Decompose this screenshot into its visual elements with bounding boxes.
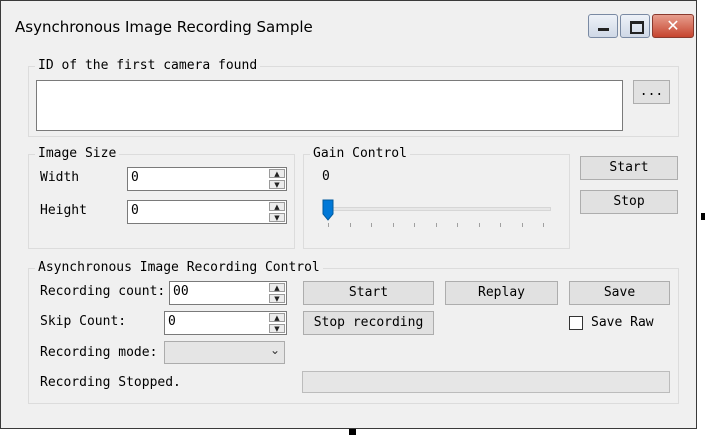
save-raw-checkbox[interactable]	[569, 316, 583, 330]
save-raw-label[interactable]: Save Raw	[591, 315, 654, 331]
width-value: 0	[131, 170, 139, 185]
start-button[interactable]: Start	[580, 156, 678, 180]
stop-button[interactable]: Stop	[580, 190, 678, 214]
recording-count-value: 00	[173, 284, 189, 299]
maximize-icon	[621, 15, 649, 37]
minimize-icon	[589, 15, 617, 37]
camera-id-field[interactable]	[36, 80, 623, 131]
width-decrement-icon[interactable]: ▼	[269, 180, 285, 189]
resize-handle-bottom[interactable]	[349, 429, 356, 435]
maximize-button[interactable]	[620, 14, 650, 38]
window-title: Asynchronous Image Recording Sample	[15, 18, 313, 36]
skip-count-value: 0	[168, 314, 176, 329]
recording-count-increment-icon[interactable]: ▲	[269, 283, 285, 292]
stop-recording-button[interactable]: Stop recording	[303, 311, 434, 335]
browse-camera-button[interactable]: ...	[633, 80, 670, 104]
minimize-button[interactable]	[588, 14, 618, 38]
gain-slider-tick	[457, 223, 458, 227]
height-value: 0	[131, 203, 139, 218]
gain-slider-tick	[522, 223, 523, 227]
chevron-down-icon: ⌄	[269, 343, 280, 357]
gain-value: 0	[322, 169, 330, 184]
width-label: Width	[40, 170, 80, 185]
width-spinbox[interactable]: 0 ▲ ▼	[127, 167, 287, 191]
gain-slider-tick	[500, 223, 501, 227]
skip-count-label: Skip Count:	[40, 314, 127, 329]
skip-count-decrement-icon[interactable]: ▼	[269, 324, 285, 333]
recording-mode-dropdown[interactable]: ⌄	[164, 341, 285, 364]
title-bar[interactable]: Asynchronous Image Recording Sample ✕	[1, 1, 696, 39]
window-controls: ✕	[586, 14, 694, 40]
close-button[interactable]: ✕	[652, 14, 694, 38]
recording-mode-label: Recording mode:	[40, 345, 158, 360]
gain-slider-tick	[543, 223, 544, 227]
recording-status-text: Recording Stopped.	[40, 375, 181, 390]
recording-count-spinbox[interactable]: 00 ▲ ▼	[169, 281, 287, 305]
gain-slider-tick	[393, 223, 394, 227]
recording-progress-bar	[302, 371, 670, 393]
skip-count-spinbox[interactable]: 0 ▲ ▼	[164, 311, 287, 335]
save-button[interactable]: Save	[569, 281, 670, 305]
resize-handle-right[interactable]	[701, 213, 705, 220]
gain-slider-tick	[414, 223, 415, 227]
recording-start-button[interactable]: Start	[303, 281, 434, 305]
gain-slider-tick	[436, 223, 437, 227]
close-icon: ✕	[666, 16, 680, 35]
gain-slider-thumb[interactable]	[322, 199, 334, 221]
gain-slider-tick	[328, 223, 329, 227]
image-size-legend: Image Size	[35, 146, 120, 162]
gain-control-group: Gain Control	[303, 146, 570, 249]
recording-count-decrement-icon[interactable]: ▼	[269, 294, 285, 303]
width-increment-icon[interactable]: ▲	[269, 169, 285, 178]
recording-control-legend: Asynchronous Image Recording Control	[35, 260, 323, 276]
recording-count-label: Recording count:	[40, 284, 166, 299]
gain-slider-tick	[350, 223, 351, 227]
height-label: Height	[40, 203, 87, 218]
gain-slider-track[interactable]	[324, 207, 551, 211]
height-decrement-icon[interactable]: ▼	[269, 213, 285, 222]
camera-id-legend: ID of the first camera found	[35, 58, 261, 74]
gain-slider-tick	[479, 223, 480, 227]
height-increment-icon[interactable]: ▲	[269, 202, 285, 211]
height-spinbox[interactable]: 0 ▲ ▼	[127, 200, 287, 224]
gain-control-legend: Gain Control	[310, 146, 410, 162]
skip-count-increment-icon[interactable]: ▲	[269, 313, 285, 322]
app-window: Asynchronous Image Recording Sample ✕ ID…	[0, 0, 697, 429]
replay-button[interactable]: Replay	[445, 281, 558, 305]
gain-slider-tick	[371, 223, 372, 227]
